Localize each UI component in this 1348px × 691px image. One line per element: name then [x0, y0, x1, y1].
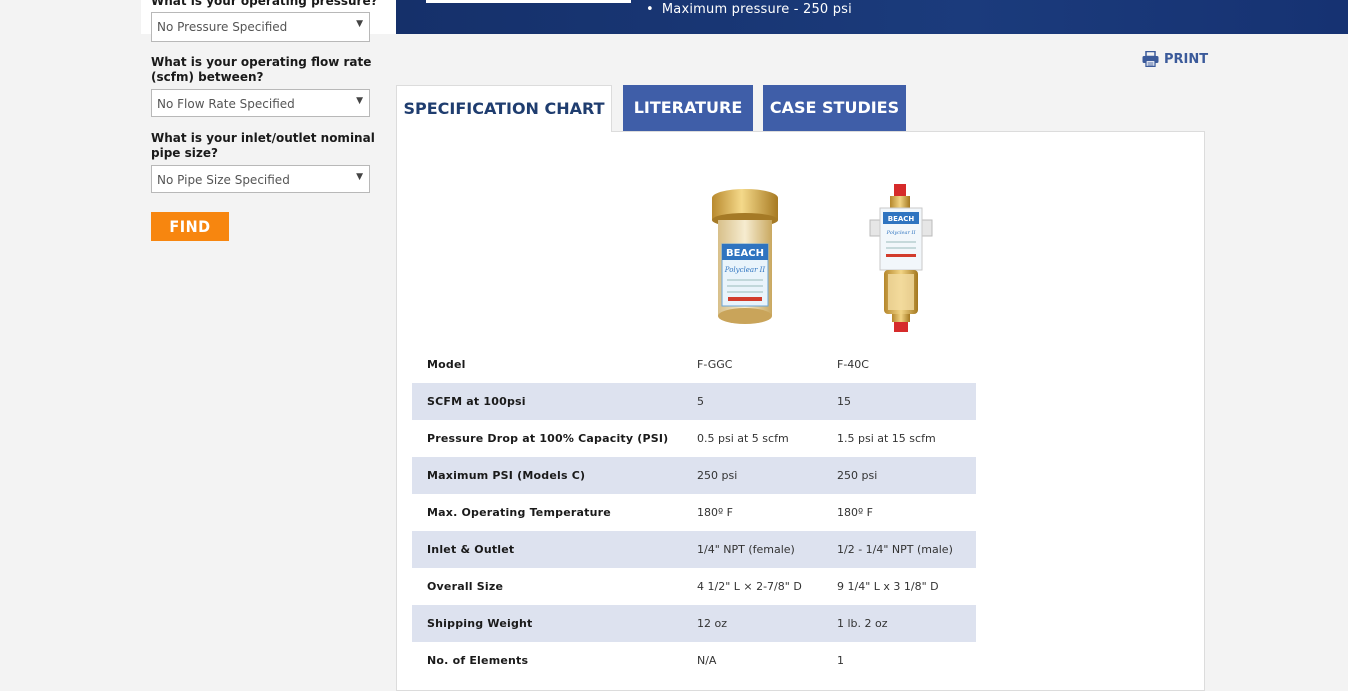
tab-case-studies[interactable]: CASE STUDIES	[763, 85, 906, 131]
flow-select-value: No Flow Rate Specified	[157, 97, 295, 111]
tab-specification-chart[interactable]: SPECIFICATION CHART	[396, 85, 612, 132]
table-row: Maximum PSI (Models C) 250 psi 250 psi	[412, 457, 976, 494]
banner-logo-strip	[426, 0, 631, 3]
spec-label: SCFM at 100psi	[427, 395, 526, 408]
chevron-down-icon: ▼	[356, 172, 363, 182]
find-button[interactable]: FIND	[151, 212, 229, 241]
spec-value-f-ggc: 0.5 psi at 5 scfm	[697, 432, 789, 445]
spec-value-f-40c: F-40C	[837, 358, 869, 371]
spec-label: Overall Size	[427, 580, 504, 593]
pipe-question: What is your inlet/outlet nominal pipe s…	[151, 131, 375, 160]
spec-label: Maximum PSI (Models C)	[427, 469, 586, 482]
filter-sidebar: What is your operating pressure? No Pres…	[141, 0, 396, 666]
table-row: Shipping Weight 12 oz 1 lb. 2 oz	[412, 605, 976, 642]
spec-value-f-40c: 9 1/4" L x 3 1/8" D	[837, 580, 939, 593]
spec-value-f-ggc: 180º F	[697, 506, 734, 519]
pressure-select[interactable]: No Pressure Specified ▼	[151, 12, 370, 42]
header-banner: Maximum pressure - 250 psi	[396, 0, 1348, 34]
print-link[interactable]: PRINT	[1142, 50, 1208, 68]
spec-label: Inlet & Outlet	[427, 543, 515, 556]
pipe-select-value: No Pipe Size Specified	[157, 173, 290, 187]
table-row: Pressure Drop at 100% Capacity (PSI) 0.5…	[412, 420, 976, 457]
spec-value-f-ggc: 12 oz	[697, 617, 727, 630]
product-image-f-ggc: BEACH Polyclear II	[712, 189, 778, 324]
printer-icon	[1142, 51, 1159, 67]
spec-label: Model	[427, 358, 466, 371]
table-row: Model F-GGC F-40C	[412, 346, 976, 383]
pressure-question: What is your operating pressure?	[151, 0, 378, 8]
table-row: Max. Operating Temperature 180º F 180º F	[412, 494, 976, 531]
product-image-f-40c: BEACH Polyclear II	[869, 184, 933, 332]
spec-value-f-ggc: 250 psi	[697, 469, 738, 482]
spec-value-f-40c: 1	[837, 654, 844, 667]
spec-label: Pressure Drop at 100% Capacity (PSI)	[427, 432, 669, 445]
spec-value-f-ggc: F-GGC	[697, 358, 733, 371]
flow-question: What is your operating flow rate (scfm) …	[151, 55, 372, 84]
spec-value-f-40c: 1.5 psi at 15 scfm	[837, 432, 936, 445]
table-row: SCFM at 100psi 5 15	[412, 383, 976, 420]
svg-text:BEACH: BEACH	[726, 248, 764, 259]
banner-bullet-text: Maximum pressure - 250 psi	[646, 2, 852, 17]
spec-value-f-ggc: N/A	[697, 654, 717, 667]
spec-value-f-40c: 180º F	[837, 506, 874, 519]
spec-label: Max. Operating Temperature	[427, 506, 611, 519]
chevron-down-icon: ▼	[356, 19, 363, 29]
svg-text:Polyclear II: Polyclear II	[724, 266, 766, 274]
tab-literature[interactable]: LITERATURE	[623, 85, 753, 131]
pressure-select-value: No Pressure Specified	[157, 20, 288, 34]
svg-text:Polyclear II: Polyclear II	[886, 230, 917, 236]
spec-value-f-40c: 1/2 - 1/4" NPT (male)	[837, 543, 953, 556]
table-row: No. of Elements N/A 1	[412, 642, 976, 667]
spec-label: Shipping Weight	[427, 617, 533, 630]
spec-label: No. of Elements	[427, 654, 529, 667]
chevron-down-icon: ▼	[356, 96, 363, 106]
flow-select[interactable]: No Flow Rate Specified ▼	[151, 89, 370, 117]
svg-text:BEACH: BEACH	[888, 215, 915, 223]
spec-value-f-40c: 250 psi	[837, 469, 878, 482]
spec-value-f-40c: 15	[837, 395, 851, 408]
spec-value-f-40c: 1 lb. 2 oz	[837, 617, 888, 630]
spec-value-f-ggc: 4 1/2" L × 2-7/8" D	[697, 580, 802, 593]
spec-value-f-ggc: 1/4" NPT (female)	[697, 543, 795, 556]
table-row: Inlet & Outlet 1/4" NPT (female) 1/2 - 1…	[412, 531, 976, 568]
spec-value-f-ggc: 5	[697, 395, 704, 408]
table-row: Overall Size 4 1/2" L × 2-7/8" D 9 1/4" …	[412, 568, 976, 605]
pipe-select[interactable]: No Pipe Size Specified ▼	[151, 165, 370, 193]
print-label: PRINT	[1164, 51, 1209, 67]
